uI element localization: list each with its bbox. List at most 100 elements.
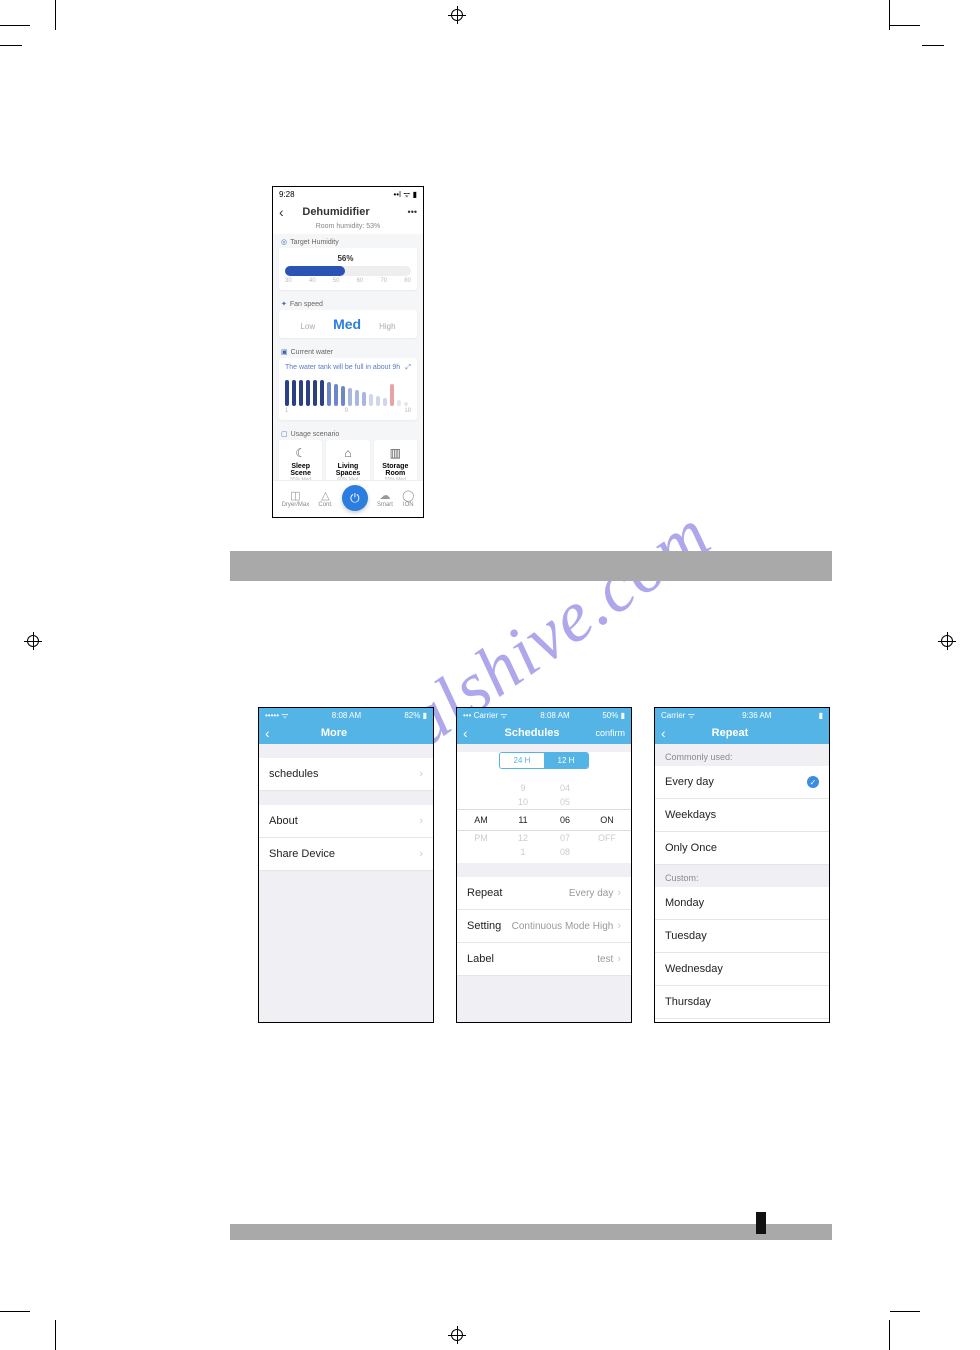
page-title: More (281, 727, 387, 739)
more-icon[interactable]: ••• (377, 207, 417, 217)
registration-mark-right (938, 632, 956, 650)
page-title: Dehumidifier (295, 206, 377, 218)
status-bar: ••••• ᯤ 8:08 AM 82% ▮ (259, 708, 433, 722)
decorative-band-bottom (230, 1224, 832, 1240)
humidity-slider-card[interactable]: 56% 304050607080 (279, 248, 417, 290)
back-icon[interactable]: ‹ (265, 725, 281, 741)
droplet-icon: △ (318, 489, 332, 502)
row-tuesday[interactable]: Tuesday (655, 920, 829, 953)
section-custom: Custom: (655, 865, 829, 887)
chevron-icon: › (617, 920, 621, 932)
power-icon: ⏻ (350, 491, 360, 506)
humidity-slider[interactable]: 56% (285, 266, 411, 276)
section-target-humidity: ◎Target Humidity (273, 234, 423, 248)
page-title: Schedules (479, 727, 585, 739)
chevron-icon: › (419, 815, 423, 827)
status-battery: 82% ▮ (404, 711, 427, 720)
fan-high[interactable]: High (379, 322, 395, 331)
moon-icon: ☾ (281, 446, 320, 460)
row-friday[interactable]: Friday (655, 1019, 829, 1023)
section-fan-speed: ✦Fan speed (273, 296, 423, 310)
box-icon: ▥ (376, 446, 415, 460)
status-time: 8:08 AM (540, 711, 569, 720)
bottom-bar: ◫Dryer/Max △Cont. ⏻ ☁Smart ◯ION (273, 480, 423, 517)
status-icons: ••l ᯤ ▮ (393, 189, 417, 200)
check-icon: ✓ (807, 776, 819, 788)
registration-mark-left (24, 632, 42, 650)
mode-smart[interactable]: ☁Smart (377, 489, 393, 508)
room-humidity-label: Room humidity: 53% (273, 223, 423, 234)
registration-mark-top (448, 6, 466, 24)
scene-icon: ▢ (281, 430, 288, 438)
row-share-device[interactable]: Share Device › (259, 838, 433, 871)
registration-mark-bottom (448, 1326, 466, 1344)
power-button[interactable]: ⏻ (342, 485, 368, 511)
slider-ticks: 304050607080 (285, 278, 411, 284)
nav-bar: ‹ More (259, 722, 433, 744)
back-icon[interactable]: ‹ (279, 204, 295, 220)
nav-bar: ‹ Repeat (655, 722, 829, 744)
mode-cont[interactable]: △Cont. (318, 489, 332, 508)
chevron-icon: › (617, 953, 621, 965)
phone-more: ••••• ᯤ 8:08 AM 82% ▮ ‹ More schedules ›… (258, 707, 434, 1023)
tshirt-icon: ◫ (282, 489, 310, 502)
row-thursday[interactable]: Thursday (655, 986, 829, 1019)
water-forecast: The water tank will be full in about 9h … (285, 364, 411, 372)
chevron-icon: › (419, 768, 423, 780)
decorative-band-mid (230, 551, 832, 581)
picker-selected-row: AM1106ON (457, 809, 631, 831)
row-schedules[interactable]: schedules › (259, 758, 433, 791)
fan-low[interactable]: Low (300, 322, 315, 331)
page-tab (756, 1212, 766, 1234)
seg-12h[interactable]: 12 H (544, 753, 588, 768)
row-label[interactable]: Label test › (457, 943, 631, 976)
water-axis: 1918 (285, 408, 411, 414)
section-usage-scenario: ▢Usage scenario (273, 426, 423, 440)
row-setting[interactable]: Setting Continuous Mode High › (457, 910, 631, 943)
status-battery: ▮ (819, 711, 823, 720)
row-wednesday[interactable]: Wednesday (655, 953, 829, 986)
status-carrier: ••• Carrier ᯤ (463, 710, 508, 721)
back-icon[interactable]: ‹ (463, 725, 479, 741)
status-bar: ••• Carrier ᯤ 8:08 AM 50% ▮ (457, 708, 631, 722)
confirm-button[interactable]: confirm (585, 728, 625, 738)
fan-med[interactable]: Med (333, 316, 361, 332)
status-carrier: Carrier ᯤ (661, 710, 695, 721)
humidity-value: 56% (337, 254, 353, 263)
seg-24h[interactable]: 24 H (500, 753, 544, 768)
time-picker[interactable]: 904 1005 AM1106ON PM1207OFF 108 (457, 777, 631, 863)
section-current-water: ▣Current water (273, 344, 423, 358)
row-weekdays[interactable]: Weekdays (655, 799, 829, 832)
status-time: 9:28 (279, 190, 295, 199)
mode-dryer[interactable]: ◫Dryer/Max (282, 489, 310, 508)
water-card: The water tank will be full in about 9h … (279, 358, 417, 420)
time-format-segmented[interactable]: 24 H 12 H (499, 752, 589, 769)
nav-bar: ‹ Schedules confirm (457, 722, 631, 744)
status-bar: 9:28 ••l ᯤ ▮ (273, 187, 423, 201)
back-icon[interactable]: ‹ (661, 725, 677, 741)
status-time: 8:08 AM (332, 711, 361, 720)
page-title: Repeat (677, 727, 783, 739)
status-time: 9:36 AM (742, 711, 771, 720)
status-carrier: ••••• ᯤ (265, 710, 289, 721)
row-repeat[interactable]: Repeat Every day › (457, 877, 631, 910)
status-battery: 50% ▮ (602, 711, 625, 720)
row-every-day[interactable]: Every day ✓ (655, 766, 829, 799)
expand-icon[interactable]: ⤢ (405, 364, 411, 372)
phone-schedules: ••• Carrier ᯤ 8:08 AM 50% ▮ ‹ Schedules … (456, 707, 632, 1023)
row-about[interactable]: About › (259, 805, 433, 838)
section-commonly-used: Commonly used: (655, 744, 829, 766)
chevron-icon: › (617, 887, 621, 899)
home-icon: ⌂ (328, 446, 367, 460)
row-monday[interactable]: Monday (655, 887, 829, 920)
row-only-once[interactable]: Only Once (655, 832, 829, 865)
phone-dehumidifier: 9:28 ••l ᯤ ▮ ‹ Dehumidifier ••• Room hum… (272, 186, 424, 518)
fan-icon: ✦ (281, 300, 287, 308)
ion-icon: ◯ (402, 489, 414, 502)
chevron-icon: › (419, 848, 423, 860)
cloud-icon: ☁ (377, 489, 393, 502)
phone-repeat: Carrier ᯤ 9:36 AM ▮ ‹ Repeat Commonly us… (654, 707, 830, 1023)
nav-bar: ‹ Dehumidifier ••• (273, 201, 423, 223)
mode-ion[interactable]: ◯ION (402, 489, 414, 508)
status-bar: Carrier ᯤ 9:36 AM ▮ (655, 708, 829, 722)
